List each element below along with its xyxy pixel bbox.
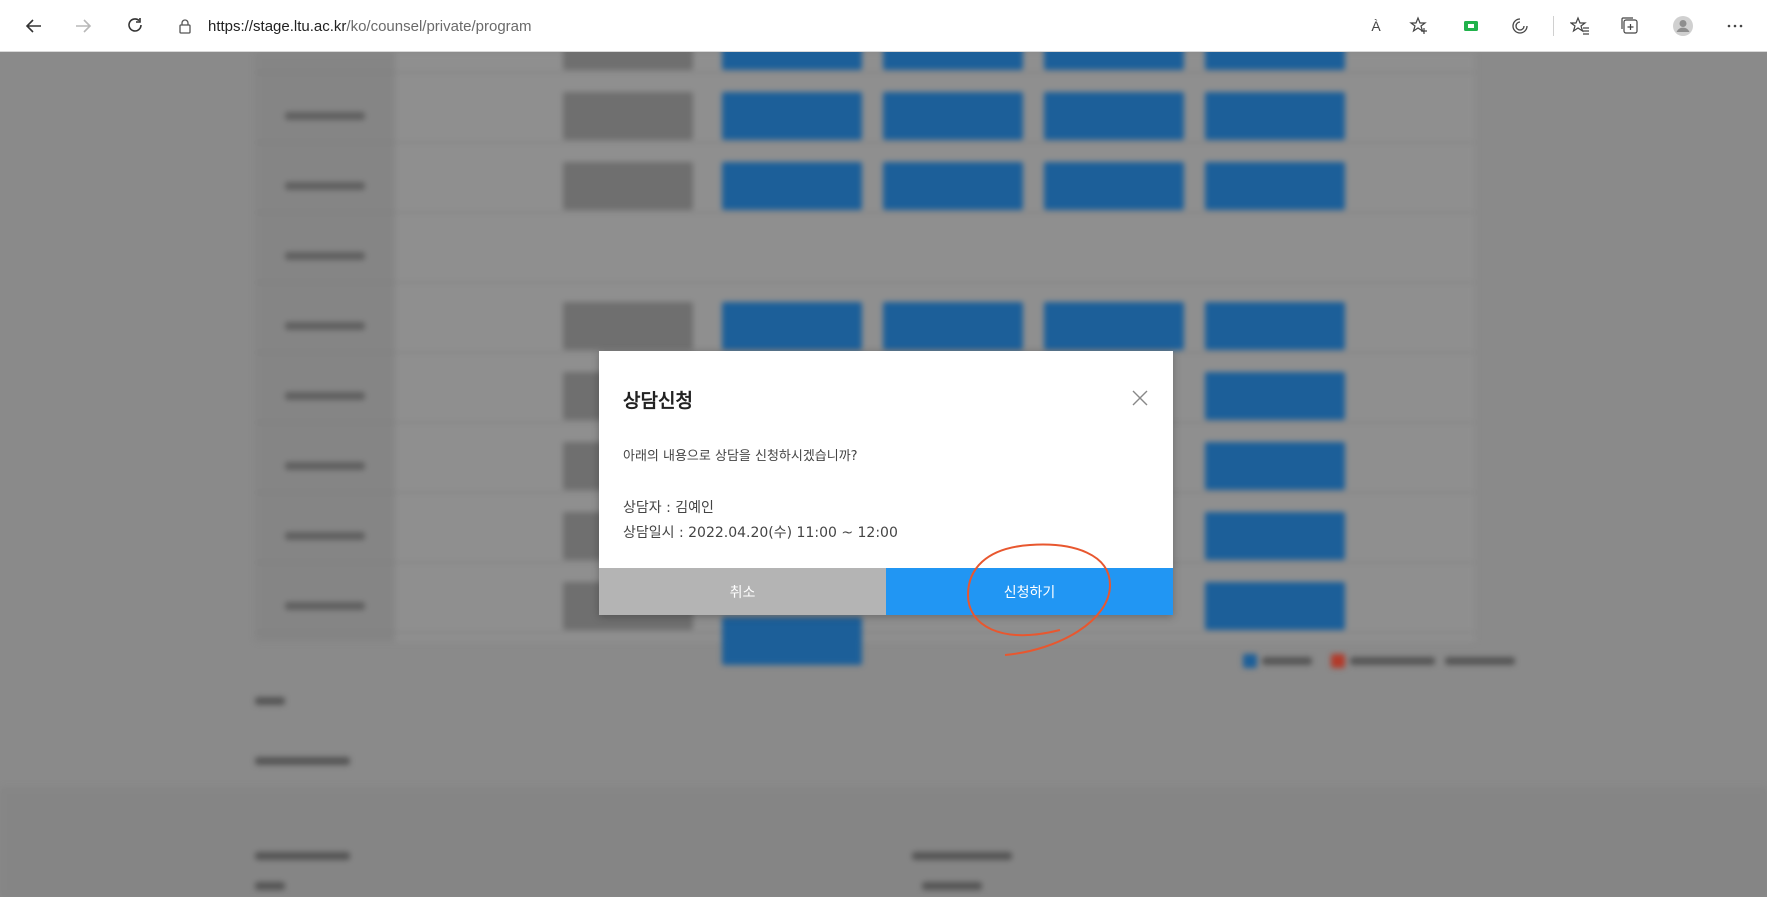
read-aloud-icon[interactable]: À <box>1362 12 1390 40</box>
cancel-button[interactable]: 취소 <box>599 568 886 615</box>
sync-icon[interactable] <box>1506 12 1534 40</box>
modal-title: 상담신청 <box>623 390 693 412</box>
address-bar[interactable]: https://stage.ltu.ac.kr/ko/counsel/priva… <box>172 10 1352 42</box>
url-path: /ko/counsel/private/program <box>346 17 532 35</box>
favorites-icon[interactable] <box>1566 12 1594 40</box>
profile-icon[interactable] <box>1669 12 1697 40</box>
toolbar-separator <box>1553 16 1554 36</box>
datetime-text: 상담일시 : 2022.04.20(수) 11:00 ~ 12:00 <box>623 525 898 541</box>
counsel-request-modal: 상담신청 아래의 내용으로 상담을 신청하시겠습니까? 상담자 : 김예인 상담… <box>599 351 1173 615</box>
extension-icon[interactable] <box>1457 12 1485 40</box>
close-icon[interactable] <box>1126 384 1154 412</box>
back-arrow-icon[interactable] <box>20 12 48 40</box>
url-domain: https://stage.ltu.ac.kr <box>208 17 347 35</box>
apply-button[interactable]: 신청하기 <box>886 568 1173 615</box>
forward-arrow-icon[interactable] <box>69 12 97 40</box>
lock-icon[interactable] <box>172 13 198 39</box>
collections-icon[interactable] <box>1616 12 1644 40</box>
browser-toolbar: https://stage.ltu.ac.kr/ko/counsel/priva… <box>0 0 1767 52</box>
modal-message: 아래의 내용으로 상담을 신청하시겠습니까? <box>623 449 858 464</box>
refresh-icon[interactable] <box>121 12 149 40</box>
add-favorite-icon[interactable] <box>1405 12 1433 40</box>
url-text[interactable]: https://stage.ltu.ac.kr/ko/counsel/priva… <box>208 18 532 35</box>
counselor-text: 상담자 : 김예인 <box>623 500 714 516</box>
read-aloud-label: À <box>1371 18 1381 34</box>
more-icon[interactable] <box>1721 12 1749 40</box>
